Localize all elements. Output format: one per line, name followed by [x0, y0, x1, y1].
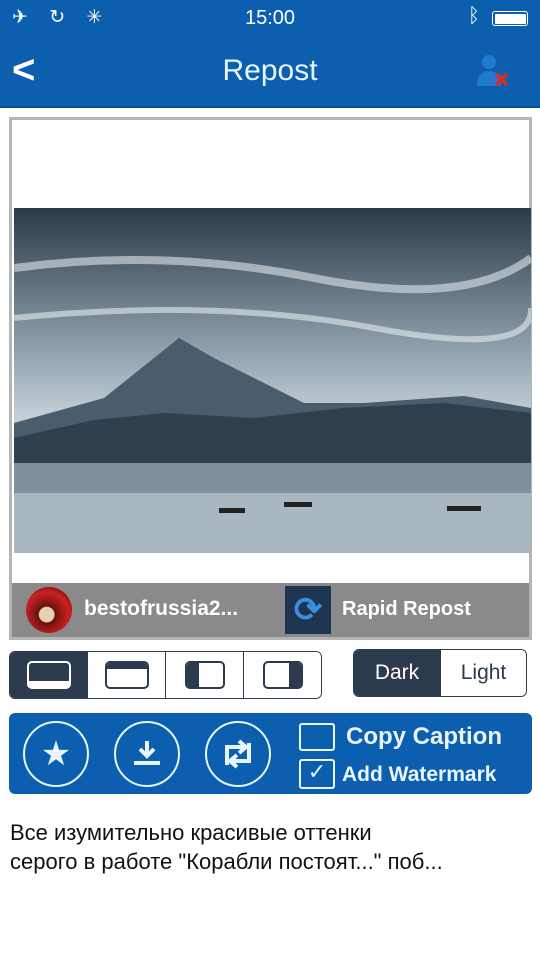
favorite-button[interactable]: ★: [23, 721, 89, 787]
copy-caption-checkbox[interactable]: [299, 723, 335, 751]
repost-button[interactable]: [205, 721, 271, 787]
post-image: [14, 208, 531, 553]
brand-label: Rapid Repost: [342, 598, 471, 620]
star-icon: ★: [40, 735, 72, 773]
left-bar-icon: [184, 661, 225, 689]
add-watermark-label[interactable]: Add Watermark: [342, 763, 496, 787]
position-selector: [9, 651, 322, 699]
position-bottom-button[interactable]: [10, 652, 87, 698]
checkmark-icon: ✓: [307, 759, 327, 784]
position-top-button[interactable]: [87, 652, 165, 698]
copy-caption-label[interactable]: Copy Caption: [346, 723, 502, 751]
page-title: Repost: [222, 54, 318, 87]
theme-dark-button[interactable]: Dark: [354, 650, 440, 696]
caption-line: серого в работе "Корабли постоят..." поб…: [10, 849, 443, 874]
repost-icon: [225, 739, 251, 769]
username: bestofrussia2...: [84, 597, 239, 620]
remove-user-icon[interactable]: [474, 52, 510, 88]
theme-selector: Dark Light: [353, 649, 527, 697]
position-left-button[interactable]: [165, 652, 243, 698]
bluetooth-icon: ᛒ: [468, 5, 480, 27]
download-icon: [134, 741, 160, 765]
post-caption: Все изумительно красивые оттенки серого …: [10, 818, 535, 876]
bottom-bar-icon: [26, 661, 71, 689]
rapid-repost-logo-icon: ⟳: [285, 586, 331, 634]
attribution-bar: bestofrussia2... ⟳ Rapid Repost: [12, 583, 529, 637]
repost-preview: bestofrussia2... ⟳ Rapid Repost: [9, 117, 532, 640]
right-bar-icon: [262, 661, 303, 689]
status-bar: ✈ ↻ ✳ 15:00 ᛒ: [0, 0, 540, 36]
battery-icon: [492, 11, 528, 26]
caption-line: Все изумительно красивые оттенки: [10, 820, 372, 845]
avatar: [26, 587, 72, 633]
download-button[interactable]: [114, 721, 180, 787]
add-watermark-checkbox[interactable]: ✓: [299, 759, 335, 789]
status-time: 15:00: [244, 7, 296, 29]
top-bar-icon: [104, 661, 149, 689]
position-right-button[interactable]: [243, 652, 321, 698]
nav-bar: < Repost: [0, 36, 540, 108]
action-panel: ★ Copy Caption ✓ Add Watermark: [9, 713, 532, 794]
theme-light-button[interactable]: Light: [440, 650, 526, 696]
